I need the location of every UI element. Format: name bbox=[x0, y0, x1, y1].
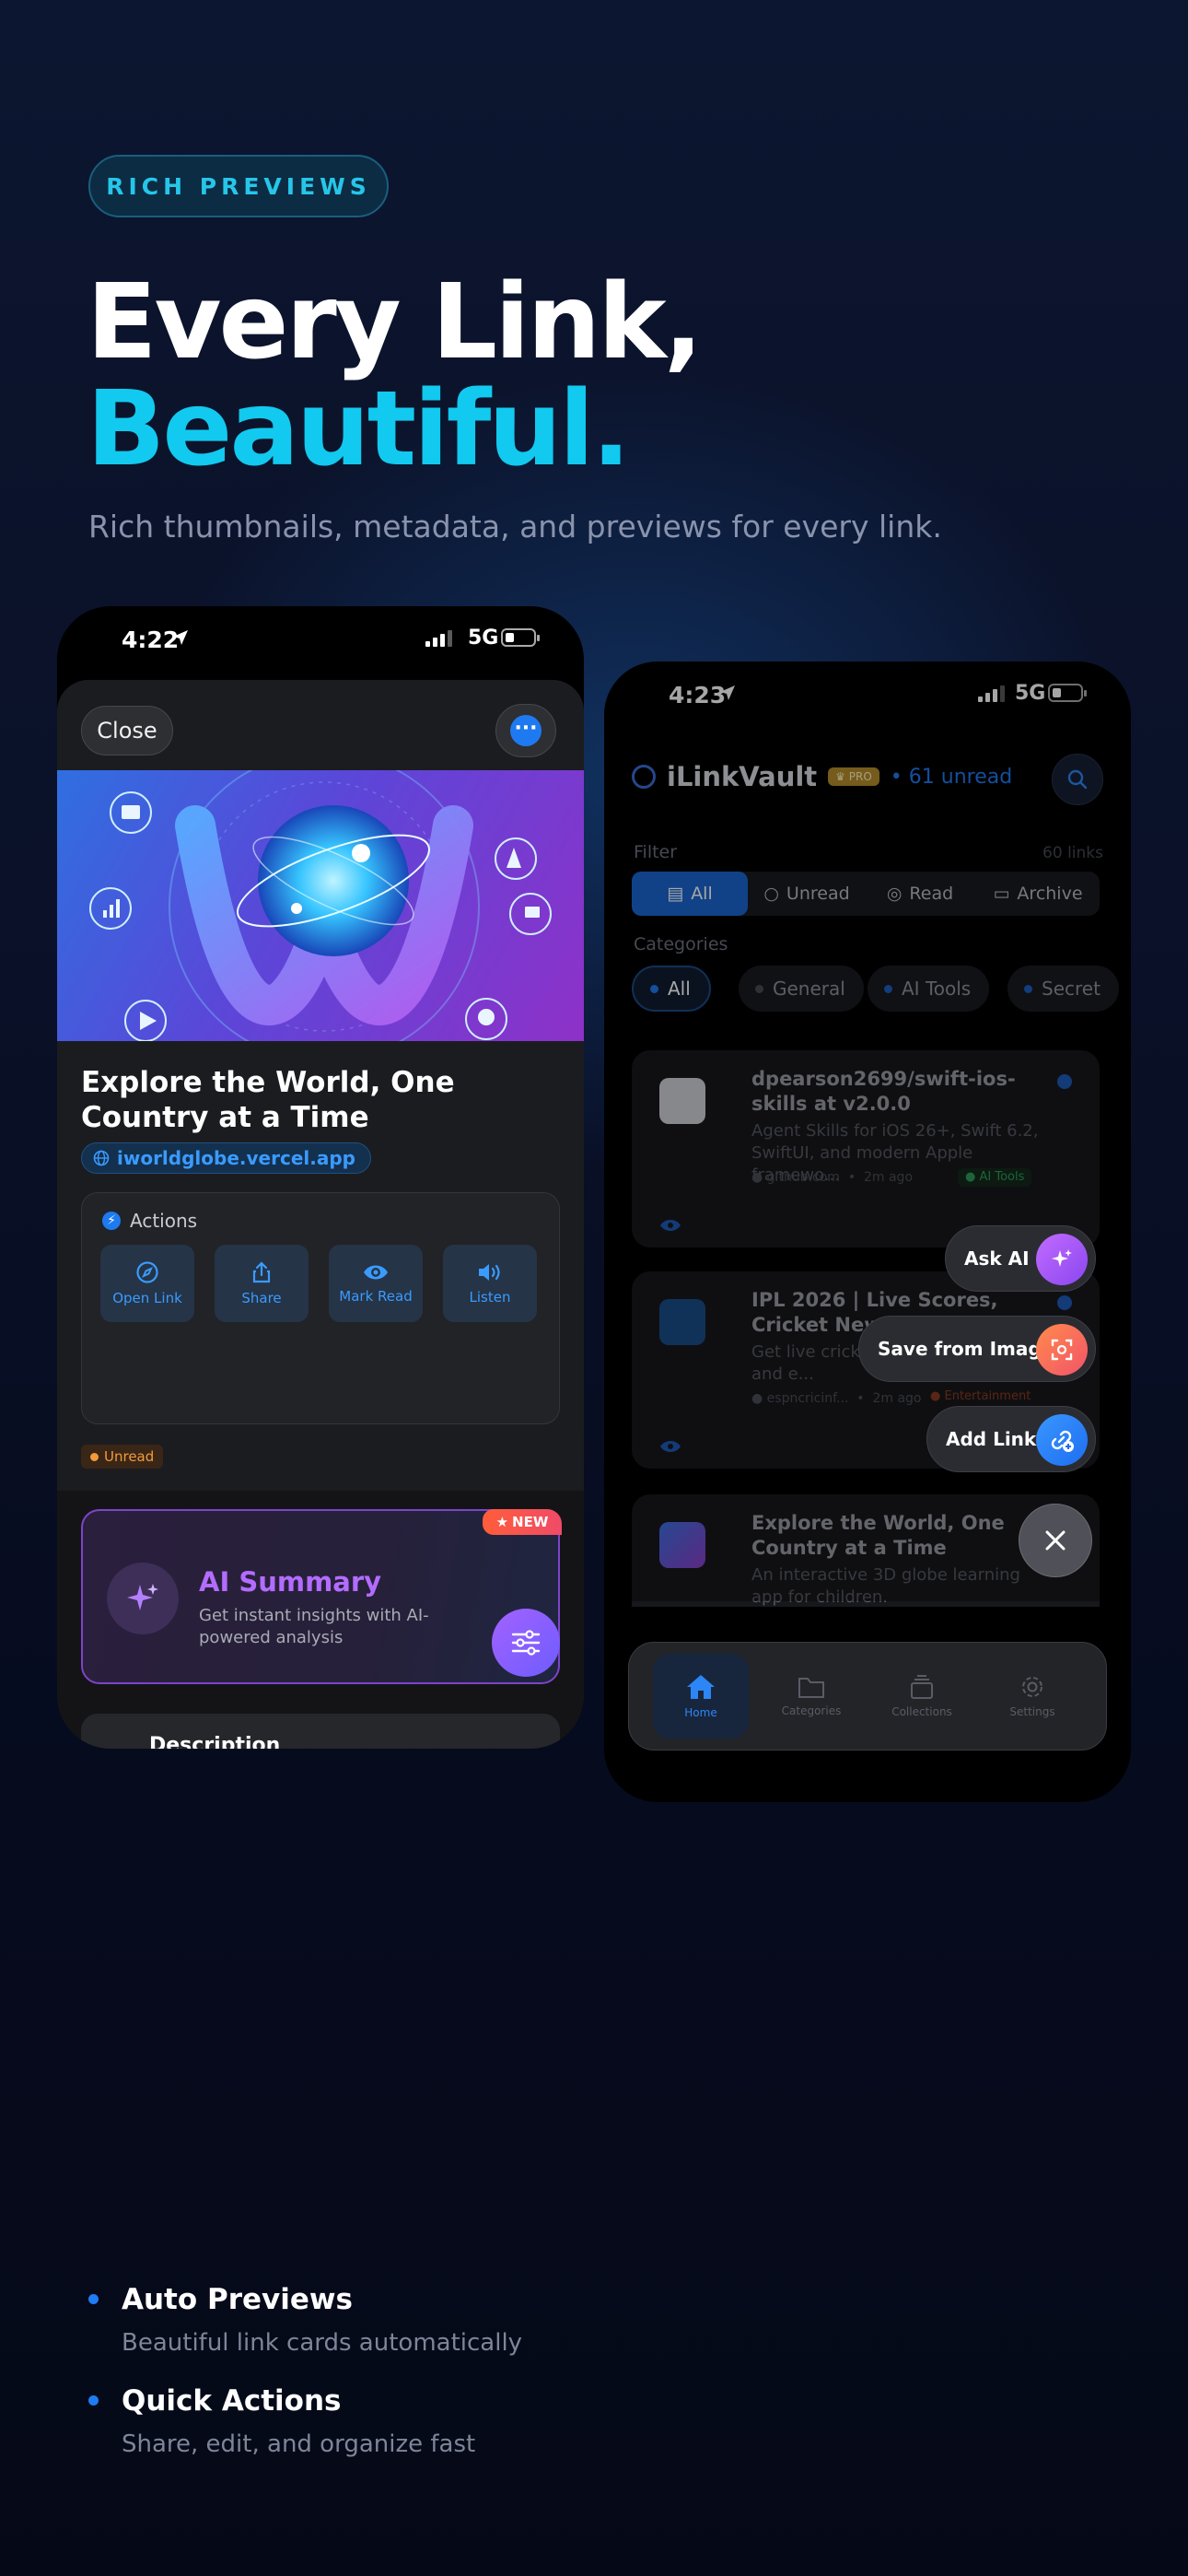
adjustments-fab[interactable] bbox=[492, 1609, 560, 1677]
tab-settings[interactable]: Settings bbox=[984, 1654, 1080, 1739]
tab-label: Categories bbox=[781, 1704, 842, 1717]
folder-icon bbox=[798, 1678, 824, 1698]
share-icon bbox=[252, 1261, 271, 1283]
tab-home[interactable]: Home bbox=[653, 1654, 749, 1739]
save-from-image-action[interactable]: Save from Image bbox=[858, 1316, 1096, 1382]
location-arrow-icon bbox=[173, 630, 188, 645]
description-section: Description bbox=[81, 1714, 560, 1749]
gear-icon bbox=[1022, 1677, 1042, 1697]
actions-panel: ⚡ Actions Open Link Share Mark Read List… bbox=[81, 1192, 560, 1424]
feature-title: Quick Actions bbox=[122, 2384, 342, 2418]
actions-header: ⚡ Actions bbox=[102, 1210, 197, 1232]
close-button[interactable]: Close bbox=[81, 706, 173, 755]
description-heading: Description bbox=[149, 1734, 281, 1749]
status-bar: 4:22 5G bbox=[57, 606, 584, 680]
headline-line-1: Every Link, bbox=[87, 263, 703, 382]
section-badge: RICH PREVIEWS bbox=[88, 155, 389, 217]
unread-tag-label: Unread bbox=[104, 1448, 155, 1465]
tab-label: Home bbox=[684, 1706, 717, 1719]
add-link-label: Add Link bbox=[946, 1428, 1037, 1450]
open-link-label: Open Link bbox=[112, 1290, 182, 1306]
house-icon bbox=[687, 1675, 715, 1699]
close-fab-button[interactable] bbox=[1019, 1504, 1092, 1577]
ai-summary-title: AI Summary bbox=[199, 1566, 382, 1598]
domain-text: iworldglobe.vercel.app bbox=[117, 1147, 355, 1169]
status-dot bbox=[90, 1452, 99, 1461]
sparkles-icon bbox=[1036, 1234, 1088, 1285]
scan-icon bbox=[1036, 1324, 1088, 1376]
bullet-dot bbox=[88, 2294, 99, 2304]
mark-read-label: Mark Read bbox=[339, 1288, 413, 1305]
more-options-button[interactable]: ··· bbox=[495, 704, 556, 757]
sparkles-icon bbox=[127, 1584, 158, 1610]
listen-button[interactable]: Listen bbox=[443, 1245, 537, 1322]
sliders-icon bbox=[511, 1630, 541, 1656]
save-from-image-label: Save from Image bbox=[878, 1338, 1054, 1360]
feature-description: Beautiful link cards automatically bbox=[122, 2329, 523, 2357]
headline-subtitle: Rich thumbnails, metadata, and previews … bbox=[88, 509, 942, 544]
feature-title: Auto Previews bbox=[122, 2283, 353, 2316]
star-icon: ★ bbox=[495, 1514, 509, 1530]
speaker-icon bbox=[479, 1264, 500, 1281]
link-thumbnail-image bbox=[57, 770, 584, 1041]
stack-icon bbox=[911, 1675, 933, 1699]
bolt-icon: ⚡ bbox=[102, 1212, 121, 1230]
feature-description: Share, edit, and organize fast bbox=[122, 2430, 476, 2458]
close-icon bbox=[1045, 1530, 1066, 1551]
compass-icon bbox=[136, 1261, 158, 1283]
add-link-action[interactable]: Add Link bbox=[926, 1406, 1096, 1472]
headline-line-2: Beautiful. bbox=[87, 369, 631, 489]
link-detail-sheet: Close ··· Explore the World, One Country… bbox=[57, 680, 584, 1749]
tab-label: Collections bbox=[891, 1705, 952, 1718]
unread-status-tag: Unread bbox=[81, 1445, 164, 1469]
link-title: Explore the World, One Country at a Time bbox=[81, 1066, 455, 1134]
phone-left-link-detail: 4:22 5G Close ··· Explore the World, One… bbox=[57, 606, 584, 1749]
share-button[interactable]: Share bbox=[215, 1245, 309, 1322]
link-plus-icon bbox=[1036, 1414, 1088, 1466]
domain-link[interactable]: iworldglobe.vercel.app bbox=[81, 1142, 371, 1174]
eye-icon bbox=[364, 1265, 388, 1280]
ellipsis-icon: ··· bbox=[510, 715, 542, 746]
signal-icon bbox=[425, 630, 452, 647]
phone-right-link-list: 4:23 5G iLinkVault ♛ PRO • 61 unread Fil… bbox=[604, 662, 1131, 1802]
network-label: 5G bbox=[468, 626, 499, 650]
battery-icon bbox=[501, 628, 540, 647]
new-badge-label: NEW bbox=[512, 1514, 549, 1530]
ask-ai-label: Ask AI bbox=[964, 1247, 1030, 1270]
bullet-dot bbox=[88, 2395, 99, 2406]
tab-collections[interactable]: Collections bbox=[874, 1654, 970, 1739]
actions-heading: Actions bbox=[130, 1210, 198, 1232]
ai-sparkle-badge bbox=[107, 1563, 179, 1634]
globe-illustration bbox=[89, 770, 552, 1041]
share-label: Share bbox=[241, 1290, 282, 1306]
ai-summary-description: Get instant insights with AI-powered ana… bbox=[199, 1606, 429, 1647]
ask-ai-action[interactable]: Ask AI bbox=[945, 1225, 1096, 1292]
new-badge: ★ NEW bbox=[483, 1509, 562, 1535]
tab-bar: Home Categories Collections Settings bbox=[628, 1642, 1107, 1751]
open-link-button[interactable]: Open Link bbox=[100, 1245, 194, 1322]
mark-read-button[interactable]: Mark Read bbox=[329, 1245, 423, 1322]
tab-label: Settings bbox=[1009, 1705, 1055, 1718]
tab-categories[interactable]: Categories bbox=[763, 1654, 859, 1739]
globe-icon bbox=[93, 1150, 110, 1166]
listen-label: Listen bbox=[469, 1289, 511, 1306]
status-time: 4:22 bbox=[122, 626, 180, 653]
